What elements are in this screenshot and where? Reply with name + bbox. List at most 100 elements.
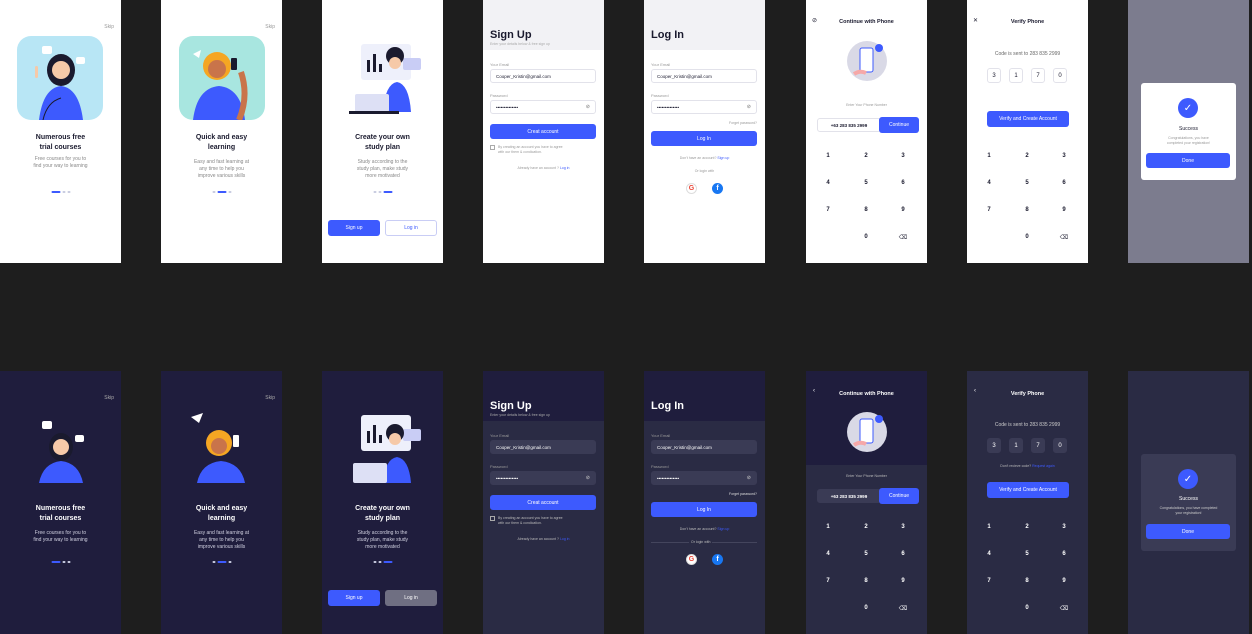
key-5[interactable]: 5: [1017, 551, 1037, 557]
skip-link[interactable]: Skip: [265, 24, 275, 30]
key-3[interactable]: 3: [893, 153, 913, 159]
login-button[interactable]: Log In: [651, 131, 757, 146]
key-1[interactable]: 1: [979, 153, 999, 159]
key-7[interactable]: 7: [818, 578, 838, 584]
key-9[interactable]: 9: [1054, 578, 1074, 584]
key-2[interactable]: 2: [856, 524, 876, 530]
success-modal: ✓ Success Congratulations, you have compl…: [1141, 83, 1236, 180]
backspace-icon[interactable]: ⌫: [1054, 605, 1074, 612]
password-field[interactable]: •••••••••••••• ⊘: [490, 471, 596, 485]
login-button[interactable]: Log in: [385, 220, 437, 236]
skip-link[interactable]: Skip: [104, 24, 114, 30]
verify-create-button[interactable]: Verify and Create Account: [987, 111, 1069, 127]
create-account-button[interactable]: Creat account: [490, 495, 596, 510]
request-again-link[interactable]: Request again: [1032, 464, 1055, 468]
code-digit-2[interactable]: 1: [1009, 438, 1023, 453]
backspace-icon[interactable]: ⌫: [1054, 234, 1074, 241]
code-digit-4[interactable]: 0: [1053, 438, 1067, 453]
login-link[interactable]: Log in: [560, 537, 570, 541]
skip-link[interactable]: Skip: [265, 395, 275, 401]
key-0[interactable]: 0: [856, 605, 876, 611]
phone-number-field[interactable]: +63 283 835 2999: [817, 118, 881, 132]
key-2[interactable]: 2: [1017, 524, 1037, 530]
forgot-password-link[interactable]: Forget password?: [729, 492, 757, 496]
key-0[interactable]: 0: [856, 234, 876, 240]
google-icon[interactable]: G: [686, 183, 697, 194]
signup-link[interactable]: Sign up: [717, 527, 729, 531]
password-field[interactable]: •••••••••••••• ⊘: [490, 100, 596, 114]
login-button[interactable]: Log In: [651, 502, 757, 517]
eye-off-icon[interactable]: ⊘: [747, 475, 751, 481]
continue-button[interactable]: Continue: [879, 488, 919, 504]
key-6[interactable]: 6: [1054, 180, 1074, 186]
onboarding-title: Quick and easy learning: [195, 505, 248, 522]
password-field[interactable]: •••••••••••••• ⊘: [651, 471, 757, 485]
key-5[interactable]: 5: [856, 180, 876, 186]
create-account-button[interactable]: Creat account: [490, 124, 596, 139]
code-digit-1[interactable]: 3: [987, 438, 1001, 453]
code-digit-4[interactable]: 0: [1053, 68, 1067, 83]
key-2[interactable]: 2: [1017, 153, 1037, 159]
done-button[interactable]: Done: [1146, 524, 1230, 539]
key-3[interactable]: 3: [893, 524, 913, 530]
key-9[interactable]: 9: [893, 207, 913, 213]
eye-off-icon[interactable]: ⊘: [586, 475, 590, 481]
google-icon[interactable]: G: [686, 554, 697, 565]
key-3[interactable]: 3: [1054, 153, 1074, 159]
key-8[interactable]: 8: [1017, 578, 1037, 584]
key-6[interactable]: 6: [893, 180, 913, 186]
email-field[interactable]: Cooper_Kristin@gmail.com: [651, 69, 757, 83]
key-0[interactable]: 0: [1017, 605, 1037, 611]
key-8[interactable]: 8: [856, 578, 876, 584]
key-4[interactable]: 4: [979, 551, 999, 557]
key-8[interactable]: 8: [1017, 207, 1037, 213]
terms-checkbox[interactable]: [490, 516, 495, 521]
key-2[interactable]: 2: [856, 153, 876, 159]
key-7[interactable]: 7: [979, 578, 999, 584]
key-9[interactable]: 9: [893, 578, 913, 584]
key-7[interactable]: 7: [979, 207, 999, 213]
key-8[interactable]: 8: [856, 207, 876, 213]
login-link[interactable]: Log in: [560, 166, 570, 170]
key-3[interactable]: 3: [1054, 524, 1074, 530]
key-6[interactable]: 6: [893, 551, 913, 557]
facebook-icon[interactable]: f: [712, 554, 723, 565]
signup-button[interactable]: Sign up: [328, 220, 380, 236]
key-5[interactable]: 5: [856, 551, 876, 557]
key-9[interactable]: 9: [1054, 207, 1074, 213]
code-sent-text: Code is sent to 283 835 2999: [994, 51, 1061, 57]
key-4[interactable]: 4: [818, 551, 838, 557]
backspace-icon[interactable]: ⌫: [893, 605, 913, 612]
key-4[interactable]: 4: [979, 180, 999, 186]
key-5[interactable]: 5: [1017, 180, 1037, 186]
signup-button[interactable]: Sign up: [328, 590, 380, 606]
signup-link[interactable]: Sign up: [717, 156, 729, 160]
forgot-password-link[interactable]: Forget password?: [729, 121, 757, 125]
key-1[interactable]: 1: [818, 524, 838, 530]
code-digit-3[interactable]: 7: [1031, 438, 1045, 453]
email-field[interactable]: Cooper_Kristin@gmail.com: [490, 69, 596, 83]
code-digit-3[interactable]: 7: [1031, 68, 1045, 83]
terms-checkbox[interactable]: [490, 145, 495, 150]
key-1[interactable]: 1: [979, 524, 999, 530]
done-button[interactable]: Done: [1146, 153, 1230, 168]
code-digit-1[interactable]: 3: [987, 68, 1001, 83]
email-field[interactable]: Cooper_Kristin@gmail.com: [490, 440, 596, 454]
facebook-icon[interactable]: f: [712, 183, 723, 194]
email-field[interactable]: Cooper_Kristin@gmail.com: [651, 440, 757, 454]
eye-off-icon[interactable]: ⊘: [586, 104, 590, 110]
backspace-icon[interactable]: ⌫: [893, 234, 913, 241]
key-6[interactable]: 6: [1054, 551, 1074, 557]
verify-create-button[interactable]: Verify and Create Account: [987, 482, 1069, 498]
key-0[interactable]: 0: [1017, 234, 1037, 240]
code-digit-2[interactable]: 1: [1009, 68, 1023, 83]
key-1[interactable]: 1: [818, 153, 838, 159]
phone-number-field[interactable]: +63 283 835 2999: [817, 489, 881, 503]
eye-off-icon[interactable]: ⊘: [747, 104, 751, 110]
skip-link[interactable]: Skip: [104, 395, 114, 401]
password-field[interactable]: •••••••••••••• ⊘: [651, 100, 757, 114]
login-button[interactable]: Log in: [385, 590, 437, 606]
key-7[interactable]: 7: [818, 207, 838, 213]
continue-button[interactable]: Continue: [879, 117, 919, 133]
key-4[interactable]: 4: [818, 180, 838, 186]
